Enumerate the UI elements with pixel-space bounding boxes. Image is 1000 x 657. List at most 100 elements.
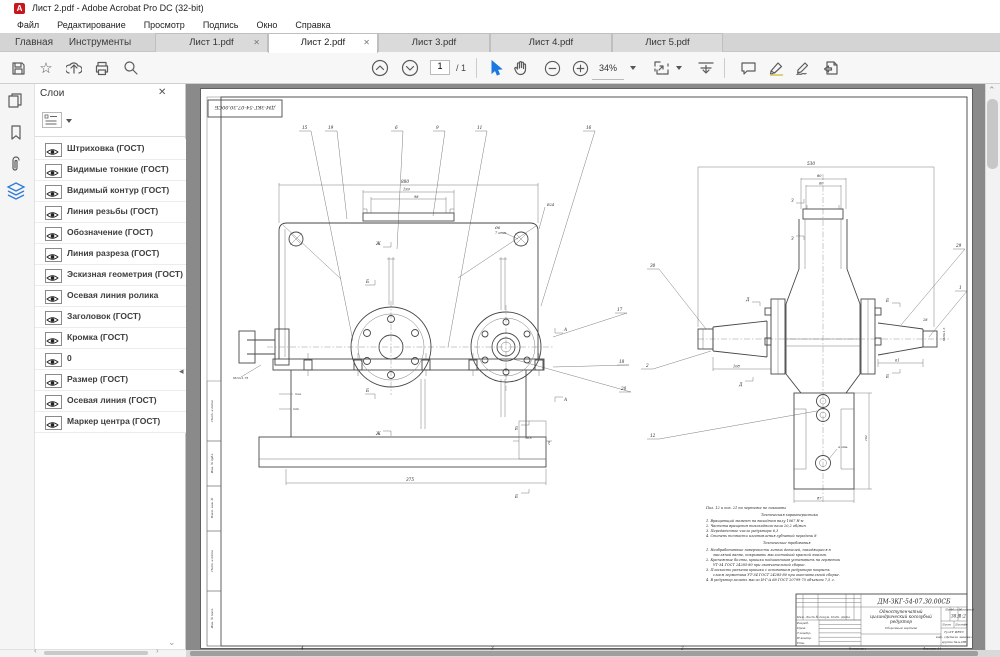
tab-home[interactable]: Главная: [6, 33, 62, 52]
bookmark-icon: [9, 124, 23, 141]
layer-row[interactable]: Осевая линия (ГОСТ): [35, 391, 186, 412]
section-mark: Е: [885, 374, 889, 379]
pdf-page[interactable]: Подп. и дата Инв. № дубл. Взам. инв. № П…: [200, 88, 973, 649]
close-tab-icon[interactable]: ✕: [363, 34, 370, 52]
eye-icon[interactable]: [45, 395, 62, 409]
menu-sign[interactable]: Подпись: [194, 20, 248, 30]
section-mark: Б: [365, 388, 369, 393]
tab-tools[interactable]: Инструменты: [64, 33, 136, 52]
title-block: Изм. Лист № докум. Подп. Дата Разраб. Пр…: [796, 594, 974, 646]
eye-icon[interactable]: [45, 185, 62, 199]
layers-button-active[interactable]: [6, 182, 26, 206]
eye-icon[interactable]: [45, 332, 62, 346]
vertical-scrollbar-thumb[interactable]: [987, 99, 998, 169]
eye-icon[interactable]: [45, 290, 62, 304]
doc-tab-2-active[interactable]: Лист 2.pdf ✕: [268, 33, 378, 53]
panel-scroll-left-icon[interactable]: ‹: [34, 646, 37, 655]
horizontal-scrollbar-thumb[interactable]: [190, 651, 978, 656]
zoom-in-button[interactable]: [568, 52, 592, 84]
zoom-out-button[interactable]: [540, 52, 564, 84]
eye-icon[interactable]: [45, 248, 62, 262]
save-button[interactable]: [8, 52, 28, 84]
fit-page-button[interactable]: [650, 52, 672, 84]
title-block-row: Разраб.: [796, 621, 809, 625]
doc-tab-1[interactable]: Лист 1.pdf ✕: [155, 33, 268, 52]
layer-row[interactable]: Осевая линия ролика: [35, 286, 186, 307]
frame-col-label: Взам. инв. №: [210, 498, 214, 520]
scale-label: Масштаб: [958, 608, 974, 612]
fit-width-button[interactable]: [694, 52, 718, 84]
next-page-button[interactable]: [398, 52, 422, 84]
layer-row[interactable]: Эскизная геометрия (ГОСТ): [35, 265, 186, 286]
zoom-level-display[interactable]: 34%: [592, 56, 624, 80]
toolbar-divider: [724, 58, 725, 78]
panel-scrollbar-thumb[interactable]: [44, 651, 148, 655]
panel-collapse-handle[interactable]: ◂: [179, 366, 184, 377]
comment-button[interactable]: [736, 52, 760, 84]
comment-bubble-icon: [740, 61, 757, 76]
page-thumbnails-button[interactable]: [7, 92, 24, 114]
menu-edit[interactable]: Редактирование: [48, 20, 135, 30]
fit-dropdown-caret[interactable]: [676, 66, 682, 70]
dim: 61: [895, 359, 899, 363]
close-panel-icon[interactable]: ✕: [158, 87, 166, 98]
layer-row[interactable]: Заголовок (ГОСТ): [35, 307, 186, 328]
eye-icon[interactable]: [45, 227, 62, 241]
fit-page-icon: [653, 60, 670, 76]
engineering-drawing: Подп. и дата Инв. № дубл. Взам. инв. № П…: [201, 89, 974, 650]
close-tab-icon[interactable]: ✕: [253, 34, 260, 52]
page-number-field[interactable]: [431, 61, 449, 71]
eye-icon[interactable]: [45, 353, 62, 367]
layer-options-button[interactable]: [42, 112, 62, 128]
menu-window[interactable]: Окно: [247, 20, 286, 30]
layer-row[interactable]: Видимый контур (ГОСТ): [35, 181, 186, 202]
layer-row[interactable]: Линия разреза (ГОСТ): [35, 244, 186, 265]
eye-icon[interactable]: [45, 374, 62, 388]
print-button[interactable]: [92, 52, 112, 84]
page-number-input[interactable]: [430, 60, 450, 75]
layer-row[interactable]: Маркер центра (ГОСТ): [35, 412, 186, 433]
panel-scroll-down-icon[interactable]: ⌄: [168, 637, 176, 648]
attachments-button[interactable]: [8, 156, 24, 179]
share-button[interactable]: [64, 52, 84, 84]
layer-row[interactable]: 0: [35, 349, 186, 370]
eye-icon[interactable]: [45, 164, 62, 178]
dim: 28: [922, 318, 928, 322]
dim: 530: [807, 161, 815, 166]
export-pdf-button[interactable]: [820, 52, 844, 84]
layer-row[interactable]: Размер (ГОСТ): [35, 370, 186, 391]
menu-file[interactable]: Файл: [8, 20, 48, 30]
note-line: Поз. 12 и поз. 21 на чертеже не показаны: [705, 506, 786, 510]
title-block-row: Утв.: [797, 641, 805, 645]
eye-icon[interactable]: [45, 206, 62, 220]
menu-view[interactable]: Просмотр: [135, 20, 194, 30]
layer-options-caret[interactable]: [66, 119, 72, 123]
layer-row[interactable]: Видимые тонкие (ГОСТ): [35, 160, 186, 181]
eye-icon[interactable]: [45, 416, 62, 430]
scroll-up-icon[interactable]: ⌃: [988, 85, 996, 96]
doc-tab-3[interactable]: Лист 3.pdf: [378, 33, 490, 52]
doc-tab-5[interactable]: Лист 5.pdf: [612, 33, 723, 52]
hand-tool-button[interactable]: [510, 52, 532, 84]
menu-help[interactable]: Справка: [286, 20, 339, 30]
layer-row[interactable]: Обозначение (ГОСТ): [35, 223, 186, 244]
previous-page-button[interactable]: [368, 52, 392, 84]
eye-icon[interactable]: [45, 143, 62, 157]
callout: 6: [395, 125, 398, 130]
select-tool-button[interactable]: [486, 52, 506, 84]
eye-icon[interactable]: [45, 311, 62, 325]
layer-row[interactable]: Линия резьбы (ГОСТ): [35, 202, 186, 223]
highlight-button[interactable]: [764, 52, 788, 84]
radius-note: R24: [546, 203, 554, 207]
zoom-dropdown-caret[interactable]: [630, 66, 636, 70]
panel-scroll-right-icon[interactable]: ›: [156, 646, 159, 655]
search-button[interactable]: [120, 52, 142, 84]
favorites-star-button[interactable]: ☆: [36, 52, 56, 84]
bookmarks-button[interactable]: [9, 124, 23, 146]
doc-tab-4[interactable]: Лист 4.pdf: [490, 33, 612, 52]
section-mark: Ж: [375, 241, 381, 246]
sign-button[interactable]: [792, 52, 816, 84]
eye-icon[interactable]: [45, 269, 62, 283]
layer-row[interactable]: Кромка (ГОСТ): [35, 328, 186, 349]
layer-row[interactable]: Штриховка (ГОСТ): [35, 139, 186, 160]
